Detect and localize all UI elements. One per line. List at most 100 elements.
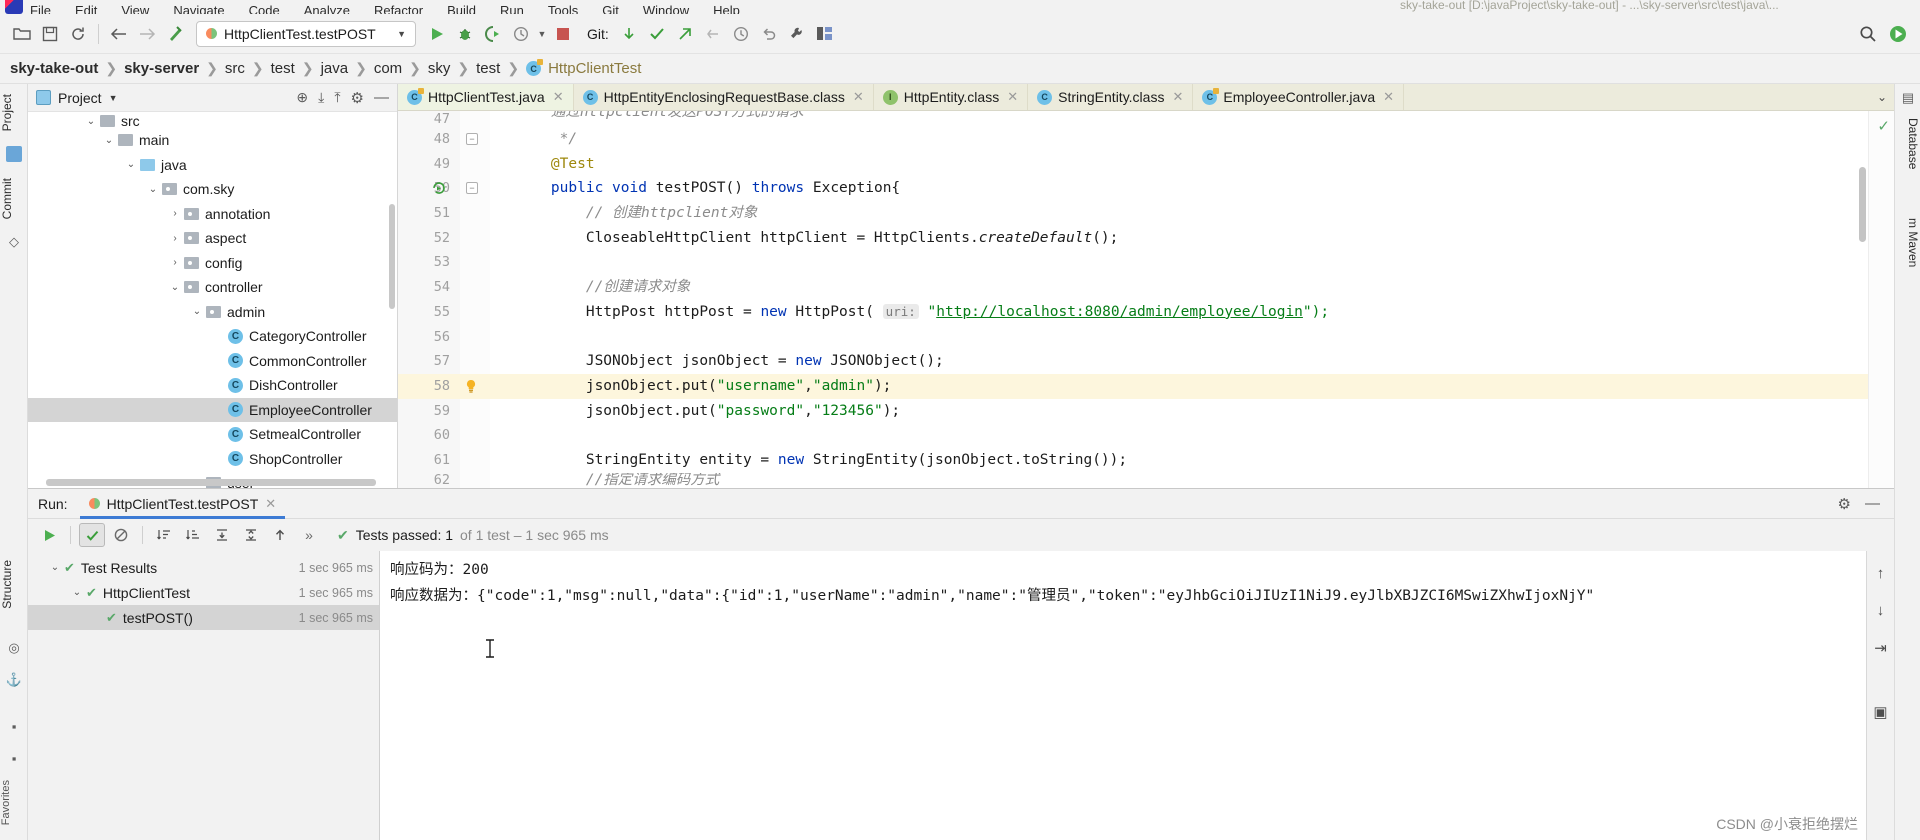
hammer-icon[interactable] — [161, 20, 189, 48]
settings-icon[interactable] — [783, 20, 811, 48]
run-icon[interactable] — [423, 20, 451, 48]
collapse-all-icon[interactable] — [238, 523, 264, 547]
code-line-49[interactable]: 49 @Test — [398, 152, 1894, 177]
menu-item-analyze[interactable]: Analyze — [304, 4, 350, 14]
tree-row-dish-controller[interactable]: C DishController — [28, 373, 397, 398]
chevron-down-icon[interactable]: ⌄ — [68, 587, 86, 598]
tree-row-aspect[interactable]: › aspect — [28, 226, 397, 251]
close-icon[interactable]: ✕ — [1383, 89, 1394, 105]
project-tool-icon[interactable] — [6, 146, 22, 162]
chevron-down-icon[interactable]: ⌄ — [100, 135, 118, 146]
sidebar-item-database[interactable]: Database — [1894, 112, 1920, 175]
profile-icon[interactable] — [507, 20, 535, 48]
sidebar-item-maven[interactable]: m Maven — [1894, 212, 1920, 273]
menu-item-window[interactable]: Window — [643, 4, 689, 14]
close-icon[interactable]: ✕ — [1172, 89, 1183, 105]
breadcrumb-item-4[interactable]: java — [321, 60, 349, 77]
menu-item-tools[interactable]: Tools — [548, 4, 578, 14]
build-tool-icon[interactable]: ▪ — [6, 718, 22, 734]
debug-icon[interactable] — [451, 20, 479, 48]
test-row-test-results[interactable]: ⌄ ✔ Test Results 1 sec 965 ms — [28, 555, 379, 580]
tree-row-src[interactable]: ⌄ src — [28, 114, 397, 128]
tree-row-common-controller[interactable]: C CommonController — [28, 349, 397, 374]
git-push-icon[interactable] — [671, 20, 699, 48]
breadcrumb-item-5[interactable]: com — [374, 60, 402, 77]
chevron-down-icon[interactable]: ⌄ — [144, 184, 162, 195]
menu-item-run[interactable]: Run — [500, 4, 524, 14]
camera-icon[interactable]: ▣ — [1873, 703, 1887, 721]
run-with-coverage-icon[interactable] — [479, 20, 507, 48]
breadcrumb-file[interactable]: HttpClientTest — [548, 60, 641, 77]
code-line-61[interactable]: 61 StringEntity entity = new StringEntit… — [398, 448, 1894, 473]
tree-vertical-scrollbar[interactable] — [389, 204, 395, 309]
open-folder-icon[interactable] — [8, 20, 36, 48]
chevron-right-icon[interactable]: › — [166, 233, 184, 244]
chevron-down-icon[interactable]: ⌄ — [1877, 90, 1887, 104]
bookmark-icon[interactable]: ⚓ — [6, 672, 22, 688]
editor-vertical-scrollbar[interactable] — [1859, 167, 1866, 242]
sidebar-item-commit[interactable]: Commit — [0, 172, 28, 225]
show-passed-icon[interactable] — [79, 523, 105, 547]
database-panel-icon[interactable]: ▤ — [1900, 90, 1916, 106]
close-icon[interactable]: ✕ — [853, 89, 864, 105]
editor-marker-gutter[interactable]: ✓ — [1868, 111, 1894, 488]
menu-item-help[interactable]: Help — [713, 4, 740, 14]
tree-row-controller[interactable]: ⌄ controller — [28, 275, 397, 300]
editor-tab-stringentity[interactable]: C StringEntity.class ✕ — [1028, 84, 1194, 110]
scroll-down-icon[interactable]: ↓ — [1877, 602, 1885, 619]
code-editor[interactable]: 47 通过httpclient发送POST方式的请求 48 − */ 49 @T… — [398, 111, 1894, 488]
code-line-48[interactable]: 48 − */ — [398, 127, 1894, 152]
stop-icon[interactable] — [549, 20, 577, 48]
menu-item-navigate[interactable]: Navigate — [173, 4, 224, 14]
editor-tab-httpclienttest[interactable]: C HttpClientTest.java ✕ — [398, 84, 574, 110]
tree-row-comsky[interactable]: ⌄ com.sky — [28, 177, 397, 202]
test-row-testpost[interactable]: ✔ testPOST() 1 sec 965 ms — [28, 605, 379, 630]
chevron-down-icon[interactable]: ⌄ — [46, 562, 64, 573]
sidebar-item-favorites[interactable]: Favorites — [0, 774, 28, 831]
fold-minus-icon[interactable]: − — [466, 133, 478, 145]
commit-icon[interactable]: ◇ — [6, 234, 22, 250]
launch-icon[interactable] — [1884, 20, 1912, 48]
test-row-httpclienttest[interactable]: ⌄ ✔ HttpClientTest 1 sec 965 ms — [28, 580, 379, 605]
tree-row-employee-controller[interactable]: C EmployeeController — [28, 397, 397, 422]
chevron-down-icon[interactable]: ⌄ — [188, 306, 206, 317]
inspection-ok-icon[interactable]: ✓ — [1877, 117, 1890, 135]
sort-alphabetically-icon[interactable] — [151, 523, 177, 547]
menu-item-edit[interactable]: Edit — [75, 4, 97, 14]
sidebar-item-structure[interactable]: Structure — [0, 554, 28, 615]
git-commit-icon[interactable] — [643, 20, 671, 48]
tree-row-admin[interactable]: ⌄ admin — [28, 300, 397, 325]
code-line-52[interactable]: 52 CloseableHttpClient httpClient = Http… — [398, 226, 1894, 251]
chevron-right-icon[interactable]: › — [166, 208, 184, 219]
tree-row-java[interactable]: ⌄ java — [28, 153, 397, 178]
git-update-icon[interactable] — [615, 20, 643, 48]
chevron-down-icon[interactable]: ⌄ — [166, 282, 184, 293]
close-icon[interactable]: ✕ — [1007, 89, 1018, 105]
sync-icon[interactable] — [64, 20, 92, 48]
code-line-53[interactable]: 53 — [398, 250, 1894, 275]
code-line-58[interactable]: 58 jsonObject.put("username","admin"); — [398, 373, 1894, 399]
back-arrow-icon[interactable] — [105, 20, 133, 48]
menu-item-build[interactable]: Build — [447, 4, 476, 14]
undo-icon[interactable] — [755, 20, 783, 48]
terminal-icon[interactable]: ▪ — [6, 750, 22, 766]
history-icon[interactable] — [727, 20, 755, 48]
tree-row-annotation[interactable]: › annotation — [28, 202, 397, 227]
project-structure-icon[interactable] — [811, 20, 839, 48]
breadcrumb-item-7[interactable]: test — [476, 60, 500, 77]
editor-tab-overflow[interactable]: ⌄ — [1870, 84, 1894, 110]
menu-item-file[interactable]: File — [30, 4, 51, 14]
sort-by-duration-icon[interactable] — [180, 523, 206, 547]
tree-row-config[interactable]: › config — [28, 251, 397, 276]
chevron-down-icon[interactable]: ▼ — [535, 20, 549, 48]
url-link[interactable]: http://localhost:8080/admin/employee/log… — [936, 304, 1303, 320]
menu-item-code[interactable]: Code — [249, 4, 280, 14]
locate-icon[interactable]: ⊕ — [296, 89, 308, 106]
tree-row-category-controller[interactable]: C CategoryController — [28, 324, 397, 349]
run-configuration-selector[interactable]: HttpClientTest.testPOST ▼ — [196, 20, 416, 47]
code-line-51[interactable]: 51 // 创建httpclient对象 — [398, 201, 1894, 226]
breadcrumb-item-3[interactable]: test — [271, 60, 295, 77]
menu-item-view[interactable]: View — [121, 4, 149, 14]
more-icon[interactable]: » — [296, 523, 322, 547]
structure-icon[interactable]: ◎ — [6, 640, 22, 656]
